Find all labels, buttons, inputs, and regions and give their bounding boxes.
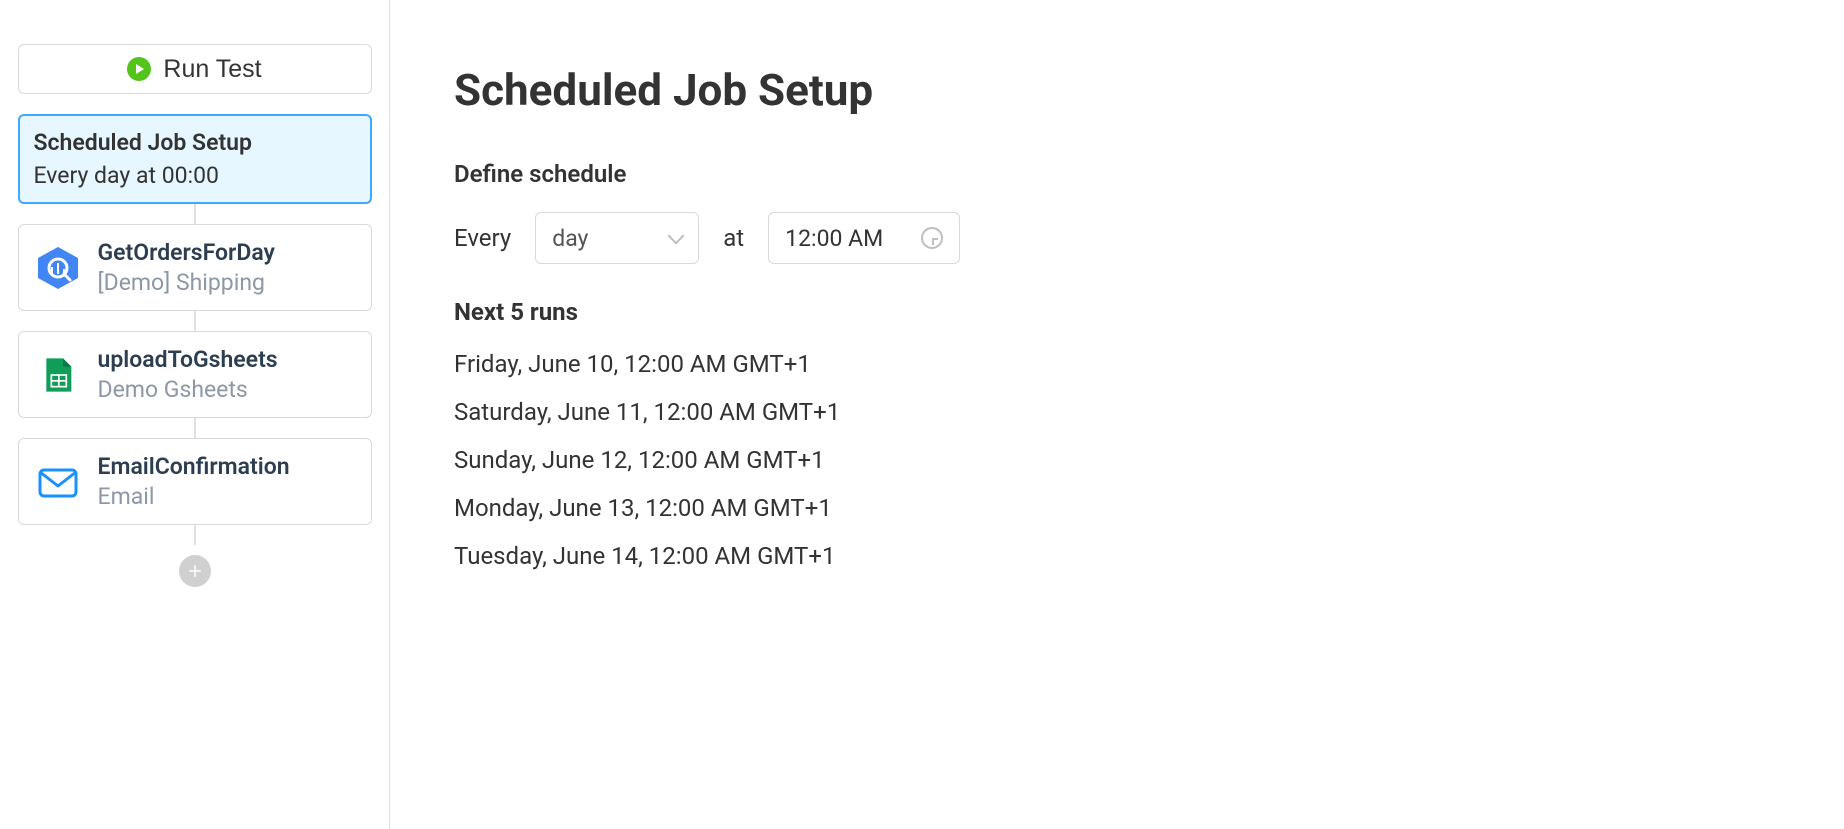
- next-runs-list: Friday, June 10, 12:00 AM GMT+1 Saturday…: [454, 350, 1780, 570]
- step-email-title: EmailConfirmation: [98, 453, 290, 480]
- run-item: Saturday, June 11, 12:00 AM GMT+1: [454, 398, 1780, 426]
- step-scheduled-job[interactable]: Scheduled Job Setup Every day at 00:00: [18, 114, 372, 204]
- next-runs-label: Next 5 runs: [454, 298, 1780, 326]
- run-test-label: Run Test: [163, 55, 261, 84]
- unit-value: day: [552, 225, 588, 252]
- unit-select[interactable]: day: [535, 212, 699, 264]
- run-test-button[interactable]: Run Test: [18, 44, 372, 94]
- step-get-orders-sub: [Demo] Shipping: [98, 269, 275, 296]
- at-label: at: [723, 224, 744, 252]
- page-title: Scheduled Job Setup: [454, 64, 1780, 116]
- chevron-down-icon: [668, 228, 685, 245]
- gsheets-icon: [34, 351, 82, 399]
- step-upload-gsheets-title: uploadToGsheets: [98, 346, 278, 373]
- step-scheduled-sub: Every day at 00:00: [34, 162, 356, 189]
- define-schedule-label: Define schedule: [454, 160, 1780, 188]
- email-icon: [34, 458, 82, 506]
- time-input[interactable]: 12:00 AM: [768, 212, 960, 264]
- schedule-row: Every day at 12:00 AM: [454, 212, 1780, 264]
- main-panel: Scheduled Job Setup Define schedule Ever…: [390, 0, 1844, 829]
- time-value: 12:00 AM: [785, 225, 883, 252]
- sidebar: Run Test Scheduled Job Setup Every day a…: [0, 0, 390, 829]
- every-label: Every: [454, 224, 511, 252]
- run-item: Monday, June 13, 12:00 AM GMT+1: [454, 494, 1780, 522]
- step-email-sub: Email: [98, 483, 290, 510]
- step-get-orders[interactable]: GetOrdersForDay [Demo] Shipping: [18, 224, 372, 311]
- steps-column: Scheduled Job Setup Every day at 00:00 G…: [18, 114, 372, 587]
- play-icon: [127, 57, 151, 81]
- run-item: Friday, June 10, 12:00 AM GMT+1: [454, 350, 1780, 378]
- clock-icon: [921, 227, 943, 249]
- step-scheduled-title: Scheduled Job Setup: [34, 129, 356, 156]
- connector-line: [194, 418, 196, 438]
- connector-line: [194, 311, 196, 331]
- add-step-button[interactable]: [179, 555, 211, 587]
- step-upload-gsheets[interactable]: uploadToGsheets Demo Gsheets: [18, 331, 372, 418]
- run-item: Tuesday, June 14, 12:00 AM GMT+1: [454, 542, 1780, 570]
- connector-line: [194, 525, 196, 545]
- plus-icon: [186, 562, 204, 580]
- connector-line: [194, 204, 196, 224]
- bigquery-icon: [34, 244, 82, 292]
- step-email-confirmation[interactable]: EmailConfirmation Email: [18, 438, 372, 525]
- run-item: Sunday, June 12, 12:00 AM GMT+1: [454, 446, 1780, 474]
- step-get-orders-title: GetOrdersForDay: [98, 239, 275, 266]
- step-upload-gsheets-sub: Demo Gsheets: [98, 376, 278, 403]
